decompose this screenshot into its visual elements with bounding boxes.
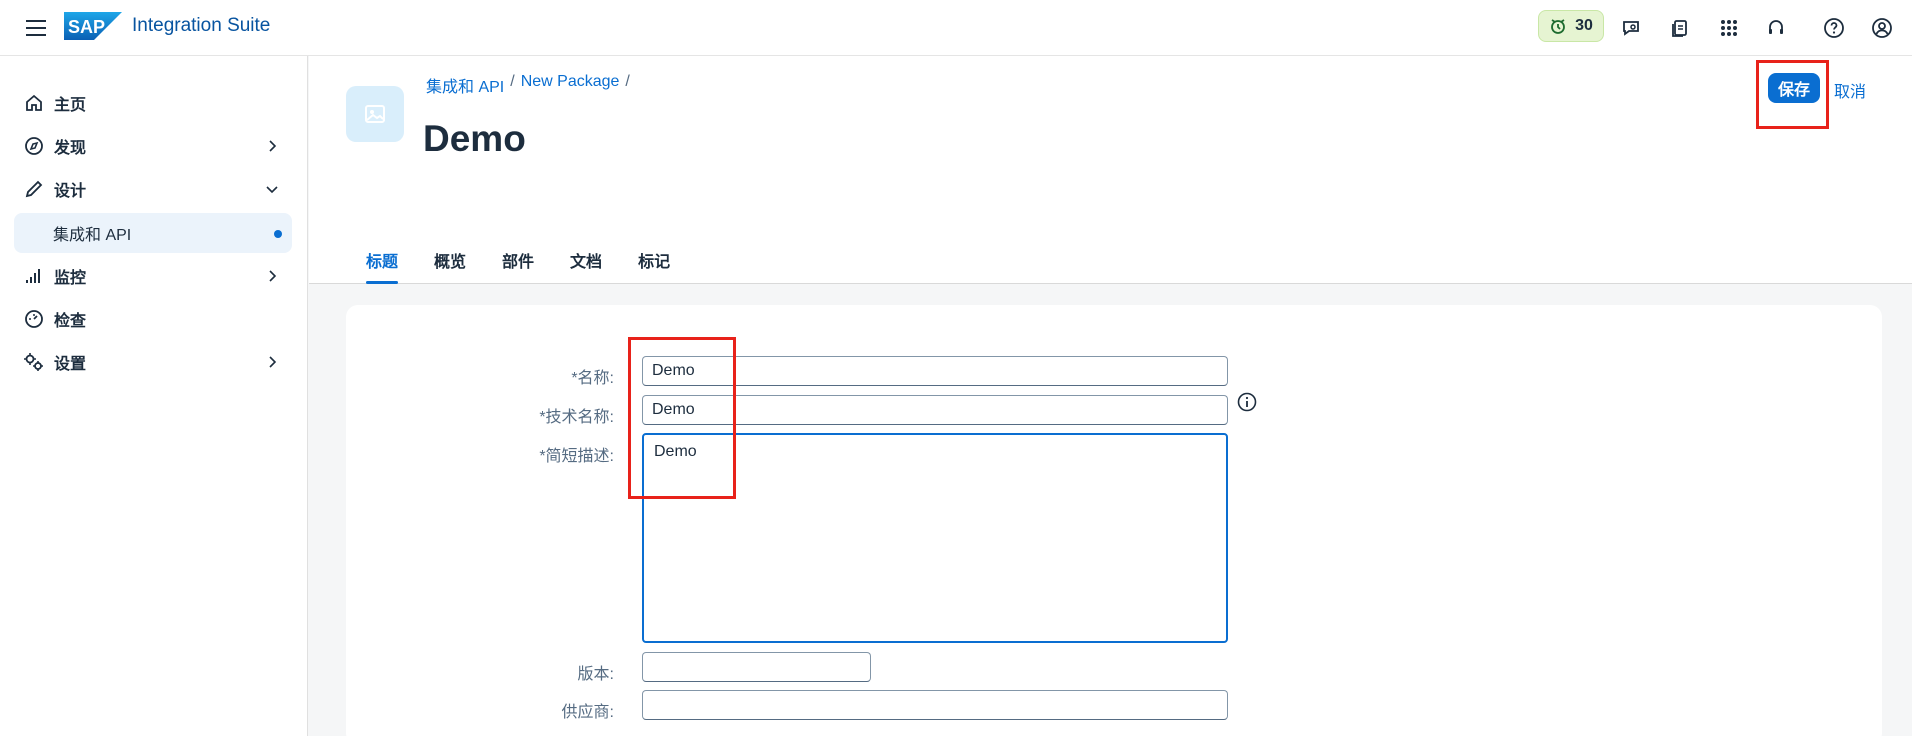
feedback-icon[interactable]: [1617, 14, 1645, 42]
inspect-icon: [20, 305, 48, 333]
highlight-box-fields: [628, 337, 736, 499]
pencil-icon: [20, 175, 48, 203]
tab-documents[interactable]: 文档: [570, 248, 602, 284]
documents-icon[interactable]: [1666, 14, 1694, 42]
tab-tags[interactable]: 标记: [638, 248, 670, 284]
nav-item-discover[interactable]: 发现: [14, 128, 294, 164]
chevron-right-icon: [269, 270, 277, 282]
chevron-right-icon: [269, 140, 277, 152]
selected-indicator: [274, 230, 282, 238]
nav-item-settings[interactable]: 设置: [14, 344, 294, 380]
gears-icon: [20, 348, 48, 376]
breadcrumb-separator: /: [625, 73, 630, 90]
nav-item-label: 发现: [54, 140, 87, 157]
sap-logo[interactable]: SAP: [64, 12, 122, 40]
tab-header[interactable]: 标题: [366, 248, 399, 284]
chevron-down-icon: [266, 186, 278, 194]
compass-icon: [20, 132, 48, 160]
version-label: 版本:: [577, 666, 614, 683]
info-icon[interactable]: [1236, 391, 1258, 413]
breadcrumb-link-new-package[interactable]: New Package: [521, 73, 620, 97]
notification-count: 30: [1575, 17, 1593, 34]
nav-item-monitor[interactable]: 监控: [14, 258, 294, 294]
technical-name-label: *技术名称:: [539, 409, 614, 426]
tab-artifacts[interactable]: 部件: [502, 248, 534, 284]
chevron-right-icon: [269, 356, 277, 368]
name-label: *名称:: [571, 370, 614, 387]
shell-bar: SAP Integration Suite 30: [0, 0, 1912, 56]
vendor-label: 供应商:: [561, 704, 614, 721]
vendor-input[interactable]: [642, 690, 1228, 720]
page-title: Demo: [423, 118, 526, 159]
nav-item-inspect[interactable]: 检查: [14, 301, 294, 337]
tab-bar: 标题 概览 部件 文档 标记: [366, 248, 706, 284]
help-icon[interactable]: [1820, 14, 1848, 42]
highlight-box-save: [1756, 60, 1829, 129]
nav-item-integration-api[interactable]: 集成和 API: [14, 213, 292, 253]
version-input[interactable]: [642, 652, 871, 682]
short-description-label: *简短描述:: [539, 448, 614, 465]
package-avatar: [346, 86, 404, 142]
nav-item-label: 设置: [54, 356, 87, 373]
breadcrumb: 集成和 API / New Package /: [426, 73, 630, 97]
headset-icon[interactable]: [1762, 14, 1790, 42]
nav-item-home[interactable]: 主页: [14, 85, 294, 121]
nav-item-label: 主页: [54, 97, 87, 114]
monitor-bars-icon: [20, 262, 48, 290]
breadcrumb-link-integration-api[interactable]: 集成和 API: [426, 73, 504, 97]
nav-item-label: 检查: [54, 313, 87, 330]
menu-icon[interactable]: [22, 14, 50, 42]
breadcrumb-separator: /: [510, 73, 515, 90]
product-name[interactable]: Integration Suite: [132, 15, 270, 37]
image-placeholder-icon: [365, 105, 385, 123]
svg-text:SAP: SAP: [68, 17, 105, 37]
side-navigation: 主页 发现 设计 集成和 API 监控 检查 设置: [0, 56, 308, 736]
user-icon[interactable]: [1868, 14, 1896, 42]
nav-item-label: 设计: [54, 183, 87, 200]
activity-icon: [1551, 19, 1565, 34]
notification-badge[interactable]: 30: [1538, 10, 1604, 42]
home-icon: [20, 89, 48, 117]
tab-overview[interactable]: 概览: [434, 248, 466, 284]
app-grid-icon[interactable]: [1715, 14, 1743, 42]
nav-item-design[interactable]: 设计: [14, 171, 294, 207]
nav-item-label: 监控: [54, 270, 87, 287]
nav-item-label: 集成和 API: [53, 227, 132, 244]
cancel-button[interactable]: 取消: [1834, 78, 1866, 102]
